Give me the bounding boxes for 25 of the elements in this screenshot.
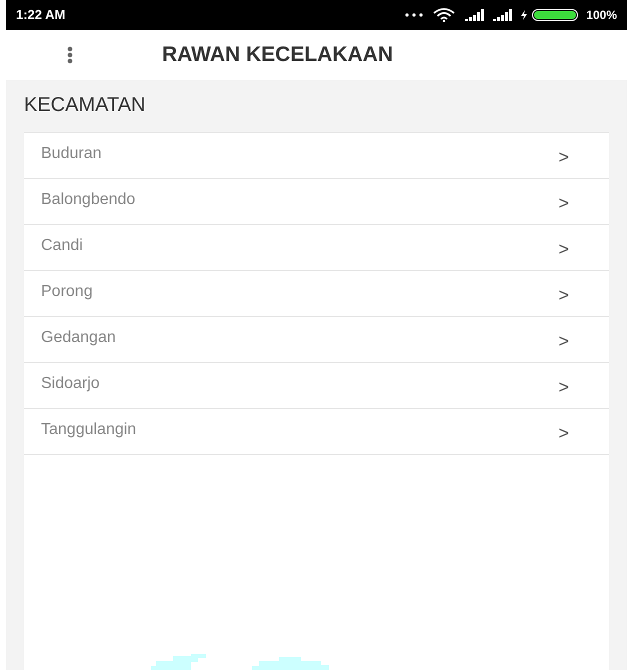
- chevron-icon: >: [558, 282, 569, 309]
- chevron-icon: >: [558, 328, 569, 355]
- menu-icon[interactable]: [67, 46, 73, 64]
- battery-percentage: 100%: [586, 7, 617, 24]
- list-item[interactable]: Gedangan >: [24, 316, 609, 362]
- signal-icon: [465, 9, 486, 21]
- chevron-icon: >: [558, 236, 569, 263]
- status-time: 1:22 AM: [16, 6, 66, 24]
- list-item[interactable]: Tanggulangin >: [24, 408, 609, 454]
- battery-icon: [532, 9, 578, 21]
- list-item[interactable]: Balongbendo >: [24, 178, 609, 224]
- list-item[interactable]: Buduran >: [24, 132, 609, 178]
- section-title: KECAMATAN: [24, 93, 146, 118]
- list-item[interactable]: Sidoarjo >: [24, 362, 609, 408]
- signal-icon: [493, 9, 514, 21]
- more-dots-icon: [405, 13, 424, 17]
- charging-icon: [521, 10, 528, 20]
- app-title: RAWAN KECELAKAAN: [162, 42, 393, 68]
- chevron-icon: >: [558, 420, 569, 447]
- chevron-icon: >: [558, 374, 569, 401]
- chevron-icon: >: [558, 190, 569, 217]
- list-item[interactable]: Candi >: [24, 224, 609, 270]
- wifi-icon: [433, 8, 456, 22]
- list-item[interactable]: Porong >: [24, 270, 609, 316]
- chevron-icon: >: [558, 144, 569, 171]
